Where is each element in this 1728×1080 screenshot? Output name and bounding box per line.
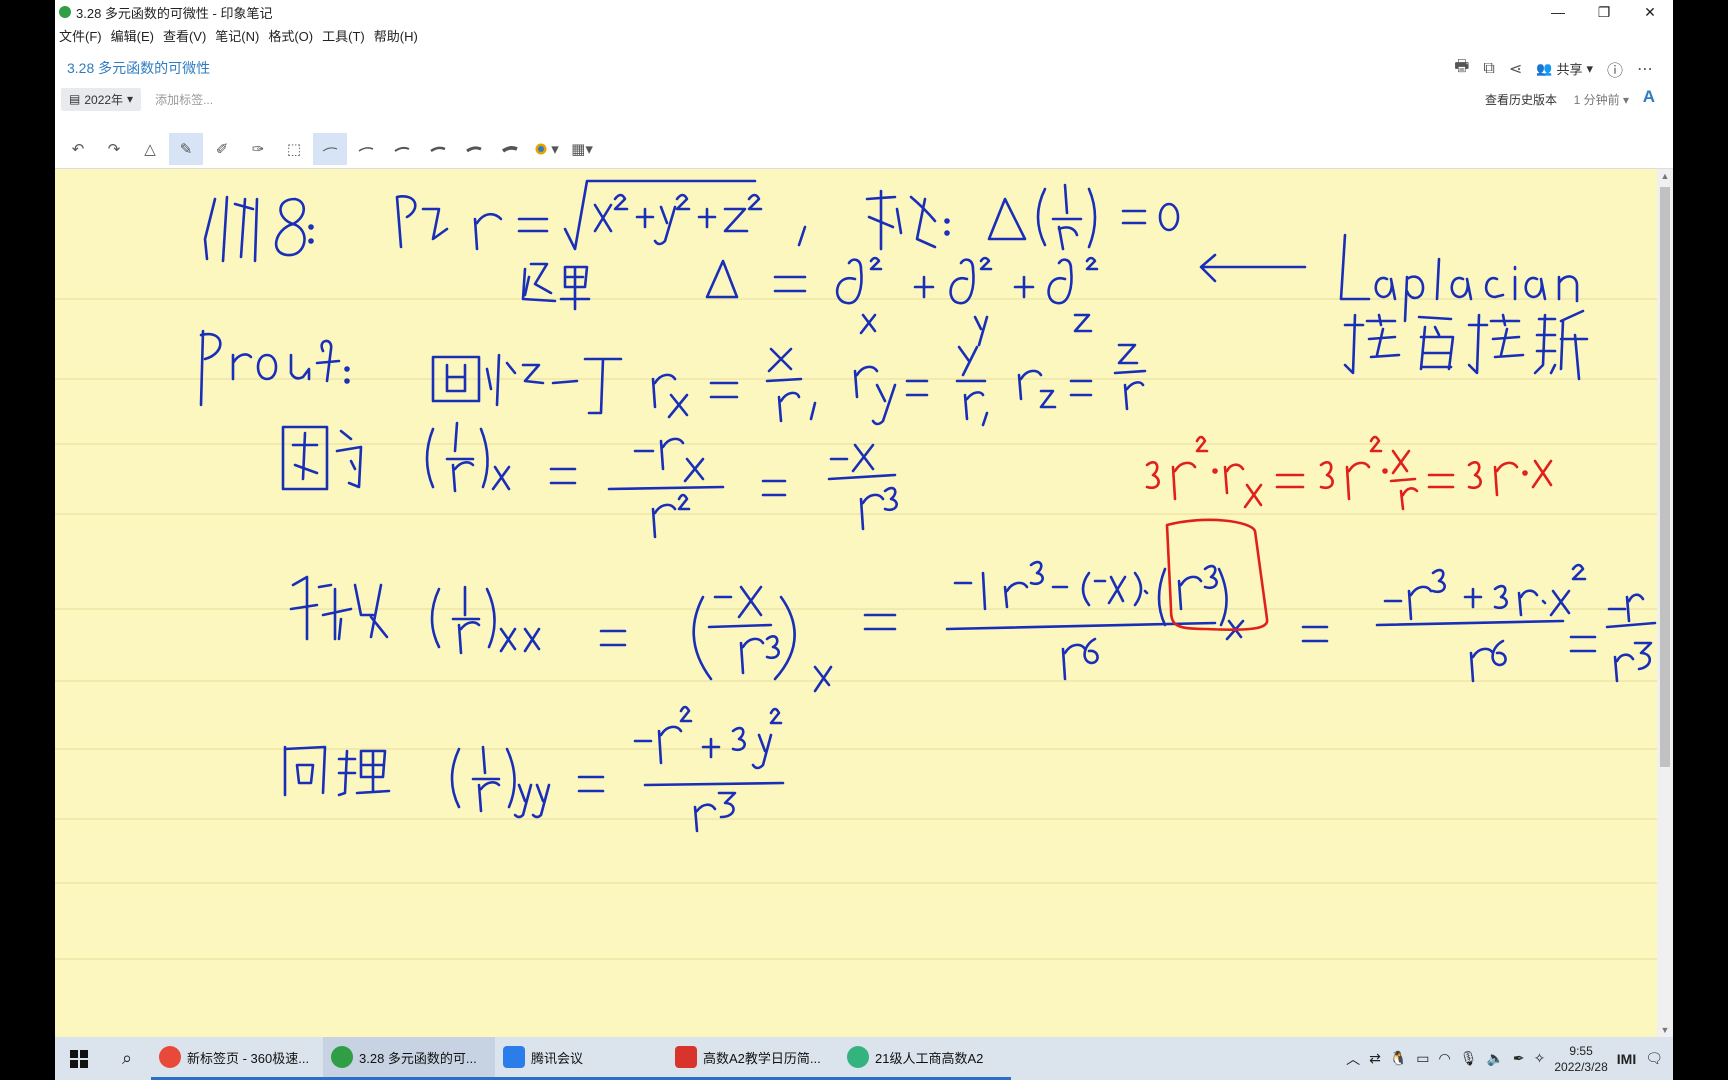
task-label: 腾讯会议 — [531, 1050, 584, 1066]
notification-icon[interactable]: 🗨 — [1645, 1050, 1663, 1067]
undo-icon[interactable]: ↶ — [61, 133, 95, 165]
add-tag-input[interactable]: 添加标签... — [155, 91, 213, 108]
chevron-up-icon[interactable]: ︿ — [1346, 1049, 1360, 1069]
stroke-4-icon[interactable] — [421, 133, 455, 165]
evernote-window: 3.28 多元函数的可微性 - 印象笔记 — ❐ ✕ 文件(F) 编辑(E) 查… — [55, 0, 1673, 1080]
notebook-selector[interactable]: ▤ 2022年 ▾ — [61, 87, 142, 111]
pen-tray-icon[interactable]: ✒ — [1513, 1050, 1525, 1067]
wps-icon — [675, 1046, 697, 1068]
more-icon[interactable]: ⋯ — [1637, 59, 1653, 79]
lightbulb-icon — [847, 1046, 869, 1068]
scroll-up-icon[interactable]: ▲ — [1657, 171, 1673, 181]
color-icon[interactable]: ▾ — [529, 133, 563, 165]
menu-format[interactable]: 格式(O) — [264, 26, 318, 45]
window-title: 3.28 多元函数的可微性 - 印象笔记 — [76, 5, 273, 21]
app-m-icon[interactable]: IMI — [1617, 1051, 1636, 1067]
evernote-logo-icon — [59, 6, 71, 18]
menu-edit[interactable]: 编辑(E) — [107, 26, 159, 45]
taskbar-app-wps[interactable]: 高数A2教学日历简... — [667, 1037, 839, 1080]
handwriting-svg — [55, 179, 1657, 960]
scroll-down-icon[interactable]: ▼ — [1657, 1025, 1673, 1035]
info-icon[interactable]: ⓘ — [1607, 57, 1623, 81]
menu-note[interactable]: 笔记(N) — [211, 26, 264, 45]
task-label: 3.28 多元函数的可... — [359, 1050, 477, 1066]
chevron-down-icon: ▾ — [1586, 60, 1593, 76]
minimize-button[interactable]: — — [1535, 0, 1581, 24]
task-label: 21级人工商高数A2 — [875, 1050, 984, 1066]
present-icon[interactable]: ⧉ — [1483, 60, 1494, 78]
highlighter-icon[interactable]: ✑ — [241, 133, 275, 165]
print-icon[interactable]: 🖶 — [1454, 55, 1469, 82]
windows-start-icon[interactable] — [55, 1037, 103, 1080]
note-actions: 🖶 ⧉ ⋖ 👥 共享 ▾ ⓘ ⋯ — [1454, 55, 1653, 82]
menu-help[interactable]: 帮助(H) — [370, 26, 423, 45]
microphone-icon[interactable]: 🎙 — [1460, 1050, 1478, 1067]
restore-button[interactable]: ❐ — [1581, 0, 1627, 24]
select-icon[interactable]: ⬚ — [277, 133, 311, 165]
evernote-icon — [331, 1046, 353, 1068]
menu-bar: 文件(F) 编辑(E) 查看(V) 笔记(N) 格式(O) 工具(T) 帮助(H… — [55, 24, 423, 46]
clock-date: 2022/3/28 — [1554, 1059, 1608, 1074]
stroke-3-icon[interactable] — [385, 133, 419, 165]
ink-toolbar: ↶ ↷ △ ✎ ✐ ✑ ⬚ ▾ ▦▾ — [55, 130, 1673, 168]
chevron-down-icon: ▾ — [127, 92, 134, 106]
page-style-icon[interactable]: ▦▾ — [565, 133, 599, 165]
ink-strokes — [199, 179, 1657, 833]
share-button[interactable]: 👥 共享 ▾ — [1536, 59, 1593, 78]
ink-canvas[interactable] — [55, 169, 1657, 1037]
taskbar-app-tencent-meeting[interactable]: 腾讯会议 — [495, 1037, 667, 1080]
tencent-meeting-icon — [503, 1046, 525, 1068]
search-icon[interactable]: ⌕ — [103, 1037, 151, 1080]
stroke-6-icon[interactable] — [493, 133, 527, 165]
system-tray: ︿ ⇄ 🐧 ▭ ◠ 🎙 🔈 ✒ ✧ 9:55 2022/3/28 IMI 🗨 — [1346, 1037, 1673, 1080]
taskbar-app-evernote[interactable]: 3.28 多元函数的可... — [323, 1037, 495, 1080]
volume-icon[interactable]: 🔈 — [1486, 1050, 1503, 1067]
title-bar: 3.28 多元函数的可微性 - 印象笔记 — ❐ ✕ — [55, 0, 1673, 24]
ime-icon[interactable]: ✧ — [1534, 1050, 1546, 1067]
redo-icon[interactable]: ↷ — [97, 133, 131, 165]
saved-time[interactable]: 1 分钟前 ▾ — [1574, 91, 1629, 108]
clock-time: 9:55 — [1569, 1043, 1593, 1058]
close-button[interactable]: ✕ — [1627, 0, 1673, 24]
view-history-link[interactable]: 查看历史版本 — [1485, 91, 1557, 108]
pen-icon[interactable]: ✎ — [169, 133, 203, 165]
vertical-scrollbar[interactable]: ▲ ▼ — [1657, 169, 1673, 1037]
window-controls: — ❐ ✕ — [1535, 0, 1673, 24]
menu-view[interactable]: 查看(V) — [159, 26, 211, 45]
menu-file[interactable]: 文件(F) — [55, 26, 107, 45]
scroll-thumb[interactable] — [1660, 187, 1670, 767]
red-annotation — [1145, 435, 1553, 631]
clock[interactable]: 9:55 2022/3/28 — [1554, 1043, 1607, 1075]
stroke-2-icon[interactable] — [349, 133, 383, 165]
font-icon[interactable]: A — [1643, 87, 1655, 107]
ruled-lines — [55, 298, 1657, 960]
windows-taskbar: ⌕ 新标签页 - 360极速... 3.28 多元函数的可... 腾讯会议 高数… — [55, 1037, 1673, 1080]
browser-360-icon — [159, 1046, 181, 1068]
stroke-5-icon[interactable] — [457, 133, 491, 165]
taskbar-app-group[interactable]: 21级人工商高数A2 — [839, 1037, 1011, 1080]
share-label: 共享 — [1556, 62, 1583, 77]
tag-bar: ▤ 2022年 ▾ 添加标签... 查看历史版本 1 分钟前 ▾ A — [61, 87, 1667, 111]
people-icon: 👥 — [1536, 60, 1553, 76]
wifi-icon[interactable]: ◠ — [1438, 1050, 1450, 1067]
task-label: 新标签页 - 360极速... — [187, 1050, 310, 1066]
taskbar-app-360browser[interactable]: 新标签页 - 360极速... — [151, 1037, 323, 1080]
pencil-icon[interactable]: ✐ — [205, 133, 239, 165]
battery-icon[interactable]: ▭ — [1416, 1050, 1429, 1067]
task-label: 高数A2教学日历简... — [703, 1050, 821, 1066]
share-network-icon[interactable]: ⋖ — [1509, 59, 1522, 79]
notebook-name: 2022年 — [84, 92, 124, 107]
shapes-icon[interactable]: △ — [133, 133, 167, 165]
qq-icon[interactable]: 🐧 — [1390, 1050, 1407, 1067]
sync-icon[interactable]: ⇄ — [1369, 1050, 1381, 1067]
notebook-icon: ▤ — [69, 92, 81, 106]
stroke-1-icon[interactable] — [313, 133, 347, 165]
note-title[interactable]: 3.28 多元函数的可微性 — [67, 58, 210, 78]
menu-tools[interactable]: 工具(T) — [318, 26, 370, 45]
